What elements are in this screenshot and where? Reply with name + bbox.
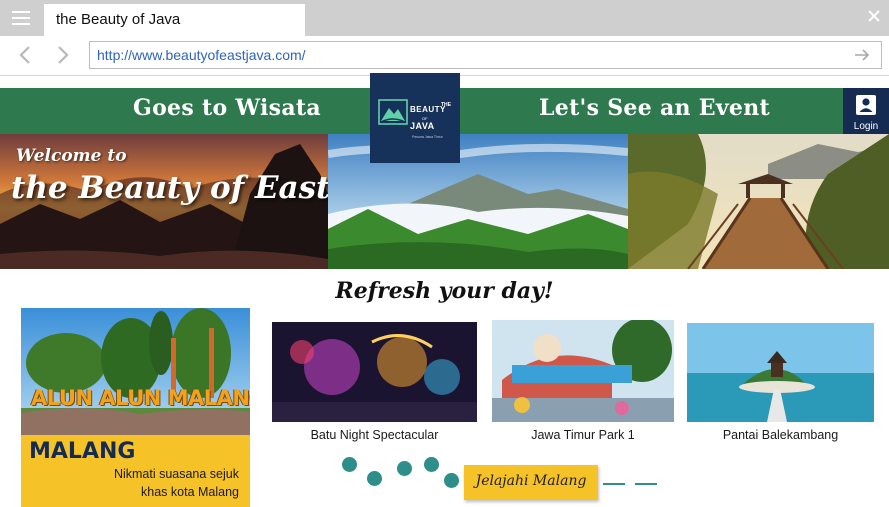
batu-night-photo: [272, 322, 477, 422]
description-line-1: Nikmati suasana sejuk: [113, 467, 239, 481]
explore-malang-button[interactable]: Jelajahi Malang: [464, 465, 598, 500]
featured-city-description: Nikmati suasana sejuk khas kota Malang: [59, 465, 239, 501]
tab-title: the Beauty of Java: [56, 11, 181, 28]
hero-photo-rocky-beach: Welcome to the Beauty of East Java: [0, 134, 328, 269]
jatim-park-photo: [492, 320, 674, 422]
alun-alun-sign: ALUN ALUN MALANG: [31, 386, 250, 410]
carousel-dot[interactable]: [367, 471, 382, 486]
logo-subtitle: Pesona Jawa Timur: [412, 135, 443, 139]
tagline: Refresh your day!: [335, 278, 554, 304]
place-label: Batu Night Spectacular: [310, 428, 439, 442]
place-card-balekambang[interactable]: Pantai Balekambang: [687, 323, 874, 446]
place-card-jatim-park[interactable]: Jawa Timur Park 1: [492, 320, 674, 446]
nav-link-event[interactable]: Let's See an Event: [539, 95, 770, 121]
hero-title: the Beauty of East Java: [11, 170, 328, 206]
site-logo[interactable]: THE BEAUTY OF JAVA Pesona Jawa Timur: [370, 73, 460, 163]
carousel-dot[interactable]: [342, 457, 357, 472]
featured-city-card[interactable]: ALUN ALUN MALANG MALANG Nikmati suasana …: [21, 308, 250, 507]
place-label: Jawa Timur Park 1: [531, 428, 635, 442]
arrow-left-icon[interactable]: [16, 44, 36, 66]
carousel-dot[interactable]: [424, 457, 439, 472]
user-icon: [856, 95, 876, 115]
carousel-dot[interactable]: [444, 473, 459, 488]
browser-tab[interactable]: the Beauty of Java: [44, 4, 305, 36]
carousel-dot[interactable]: [397, 461, 412, 476]
url-text: http://www.beautyofeastjava.com/: [97, 47, 306, 63]
url-input[interactable]: http://www.beautyofeastjava.com/: [89, 41, 882, 69]
arrow-right-icon[interactable]: [52, 44, 72, 66]
close-icon[interactable]: [866, 8, 882, 24]
login-label: Login: [853, 121, 879, 132]
hero-photo-bridge: [628, 134, 889, 269]
hero-welcome-text: Welcome to: [16, 146, 127, 166]
nav-link-wisata[interactable]: Goes to Wisata: [133, 95, 321, 121]
decorative-dash: [603, 483, 625, 485]
decorative-dash: [635, 483, 657, 485]
mountain-logo-icon: [378, 99, 408, 125]
arrow-go-icon[interactable]: [853, 46, 871, 64]
description-line-2: khas kota Malang: [141, 485, 239, 499]
browser-tab-bar: the Beauty of Java: [0, 0, 889, 36]
login-button[interactable]: Login: [843, 88, 889, 134]
logo-java: JAVA: [410, 121, 435, 131]
hamburger-menu-icon[interactable]: [12, 11, 30, 25]
logo-beauty: BEAUTY: [410, 105, 446, 114]
address-bar: http://www.beautyofeastjava.com/: [0, 36, 889, 76]
place-card-batu-night[interactable]: Batu Night Spectacular: [272, 322, 477, 446]
place-label: Pantai Balekambang: [722, 428, 839, 442]
balekambang-photo: [687, 323, 874, 422]
alun-alun-malang-photo: ALUN ALUN MALANG: [21, 308, 250, 435]
featured-city-name: MALANG: [29, 439, 136, 464]
